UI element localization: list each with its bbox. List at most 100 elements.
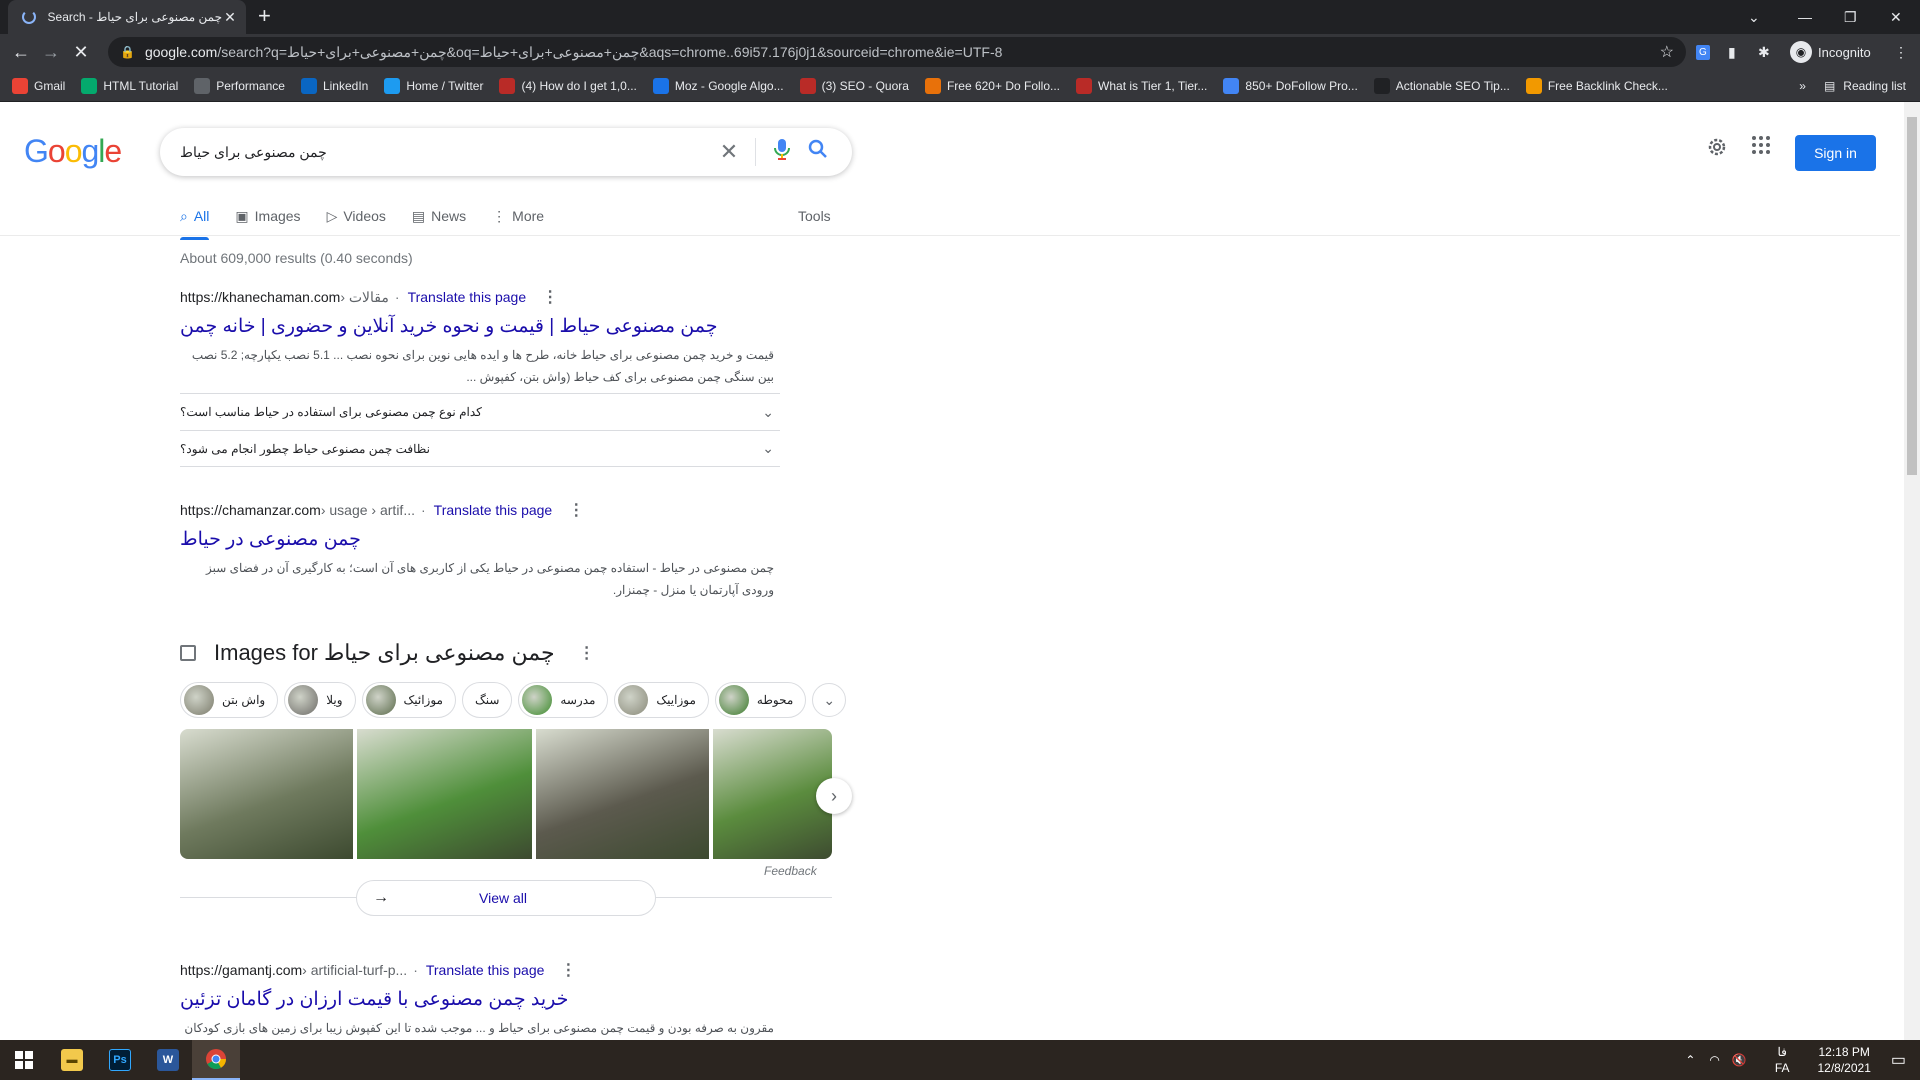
tab-search-icon[interactable]: ⌄ [1748, 0, 1760, 34]
result-title-link[interactable]: چمن مصنوعی در حیاط [180, 528, 780, 551]
bookmark-item[interactable]: Moz - Google Algo... [652, 77, 784, 94]
image-thumbnail[interactable] [357, 729, 532, 859]
language-indicator[interactable]: فا FA [1775, 1044, 1790, 1076]
image-thumbnail[interactable] [713, 729, 832, 859]
tab-more[interactable]: ⋮ More [492, 198, 544, 234]
result-more-icon[interactable]: ⋮ [568, 500, 584, 520]
new-tab-icon[interactable]: + [258, 4, 271, 28]
bookmark-item[interactable]: Home / Twitter [384, 77, 483, 94]
file-explorer-icon[interactable]: ▬ [48, 1040, 96, 1080]
search-result: https://khanechaman.com › مقالات · Trans… [180, 287, 780, 388]
search-box[interactable]: چمن مصنوعی برای حیاط ✕ [160, 128, 852, 176]
result-title-link[interactable]: چمن مصنوعی حیاط | قیمت و نحوه خرید آنلای… [180, 315, 780, 338]
bookmark-item[interactable]: Performance [194, 77, 285, 94]
result-more-icon[interactable]: ⋮ [542, 287, 558, 307]
bookmark-item[interactable]: 850+ DoFollow Pro... [1223, 77, 1358, 94]
tab-news[interactable]: ▤ News [412, 198, 466, 234]
chip-thumbnail [184, 685, 214, 715]
faq-item[interactable]: نظافت چمن مصنوعی حیاط چطور انجام می شود؟… [180, 430, 780, 467]
chrome-menu-icon[interactable]: ⋮ [1894, 34, 1908, 70]
result-more-icon[interactable]: ⋮ [560, 960, 576, 980]
windows-start-icon[interactable] [0, 1040, 48, 1080]
apps-grid-icon[interactable] [1751, 135, 1771, 155]
image-thumbnail[interactable] [180, 729, 353, 859]
notifications-icon[interactable]: ▭ [1891, 1050, 1906, 1070]
image-chip[interactable]: محوطه [714, 682, 807, 718]
wifi-icon[interactable]: ◠ [1709, 1053, 1719, 1067]
result-site[interactable]: https://khanechaman.com [180, 289, 340, 305]
image-chip[interactable]: ویلا [284, 682, 356, 718]
stop-icon[interactable]: ✕ [66, 42, 96, 63]
chrome-taskbar-icon[interactable] [192, 1040, 240, 1080]
feedback-link[interactable]: Feedback [764, 864, 817, 878]
chevron-up-icon[interactable]: ⌃ [1685, 1053, 1695, 1067]
settings-gear-icon[interactable] [1705, 135, 1729, 159]
clear-icon[interactable]: ✕ [711, 139, 747, 165]
bookmark-item[interactable]: (3) SEO - Quora [799, 77, 909, 94]
bookmark-item[interactable]: (4) How do I get 1,0... [499, 77, 637, 94]
translate-link[interactable]: Translate this page [408, 289, 527, 305]
google-logo[interactable]: Google [24, 133, 122, 170]
forward-icon[interactable]: → [36, 42, 66, 63]
search-icon[interactable] [800, 139, 836, 165]
bookmark-item[interactable]: LinkedIn [300, 77, 368, 94]
sign-in-button[interactable]: Sign in [1795, 135, 1876, 171]
browser-tab[interactable]: چمن مصنوعی برای حیاط - Google Search ✕ [8, 0, 246, 34]
image-chip[interactable]: واش بتن [180, 682, 279, 718]
search-icon: ⌕ [180, 207, 188, 224]
bookmark-star-icon[interactable]: ☆ [1660, 42, 1674, 62]
image-thumbnail[interactable] [536, 729, 709, 859]
close-tab-icon[interactable]: ✕ [222, 9, 238, 26]
image-chip[interactable]: موزائیک [361, 682, 456, 718]
lock-icon[interactable]: 🔒 [120, 45, 135, 59]
result-site[interactable]: https://chamanzar.com [180, 502, 321, 518]
tab-images[interactable]: ▣ Images [235, 198, 300, 234]
search-input[interactable]: چمن مصنوعی برای حیاط [180, 144, 711, 161]
tab-videos[interactable]: ▷ Videos [327, 198, 386, 234]
bookmark-item[interactable]: Actionable SEO Tip... [1373, 77, 1510, 94]
chip-label: ویلا [326, 693, 343, 707]
reading-list-button[interactable]: » ▤ Reading list [1799, 70, 1906, 102]
more-bookmarks-icon[interactable]: » [1799, 79, 1806, 93]
address-bar[interactable]: 🔒 google.com/search?q=چمن+مصنوعی+برای+حی… [108, 37, 1686, 67]
chip-label: واش بتن [222, 693, 266, 707]
view-all-button[interactable]: → View all [356, 880, 656, 916]
tools-button[interactable]: Tools [798, 208, 831, 224]
images-heading-prefix[interactable]: Images for [214, 640, 318, 666]
translate-link[interactable]: Translate this page [426, 962, 545, 978]
scrollbar-thumb[interactable] [1907, 117, 1917, 475]
bookmark-item[interactable]: HTML Tutorial [81, 77, 178, 94]
result-site[interactable]: https://gamantj.com [180, 962, 302, 978]
search-result: https://gamantj.com › artificial-turf-p.… [180, 960, 780, 1039]
extension-doc-icon[interactable]: ▮ [1728, 34, 1736, 70]
clock[interactable]: 12:18 PM 12/8/2021 [1817, 1044, 1870, 1076]
image-chip[interactable]: سنگ [461, 682, 513, 718]
image-chip[interactable]: مدرسه [518, 682, 609, 718]
faq-item[interactable]: کدام نوع چمن مصنوعی برای استفاده در حیاط… [180, 393, 780, 430]
result-title-link[interactable]: خرید چمن مصنوعی با قیمت ارزان در گامان ت… [180, 988, 780, 1011]
translate-icon[interactable]: G [1696, 34, 1710, 70]
word-icon[interactable]: W [144, 1040, 192, 1080]
translate-link[interactable]: Translate this page [434, 502, 553, 518]
volume-muted-icon[interactable]: 🔇 [1732, 1053, 1747, 1067]
chevron-right-icon[interactable]: › [816, 778, 852, 814]
incognito-badge[interactable]: ◉ Incognito [1790, 39, 1871, 65]
photoshop-icon[interactable]: Ps [96, 1040, 144, 1080]
page-scrollbar[interactable] [1904, 102, 1920, 1040]
result-cite: https://khanechaman.com › مقالات · Trans… [180, 287, 780, 307]
close-window-icon[interactable]: ✕ [1890, 0, 1902, 34]
images-heading-query[interactable]: چمن مصنوعی برای حیاط [324, 640, 555, 666]
chevron-down-icon[interactable]: ⌄ [812, 683, 847, 717]
extensions-puzzle-icon[interactable]: ✱ [1758, 34, 1770, 70]
back-icon[interactable]: ← [6, 42, 36, 63]
mic-icon[interactable] [764, 138, 800, 166]
bookmark-item[interactable]: Free 620+ Do Follo... [924, 77, 1060, 94]
minimize-icon[interactable]: — [1798, 0, 1812, 34]
restore-icon[interactable]: ❐ [1844, 0, 1857, 34]
images-more-icon[interactable]: ⋮ [579, 643, 595, 663]
image-chip[interactable]: موزاییک [614, 682, 709, 718]
bookmark-item[interactable]: What is Tier 1, Tier... [1076, 77, 1207, 94]
bookmark-item[interactable]: Gmail [12, 77, 65, 94]
bookmark-item[interactable]: Free Backlink Check... [1525, 77, 1668, 94]
tab-all[interactable]: ⌕ All [180, 198, 210, 240]
